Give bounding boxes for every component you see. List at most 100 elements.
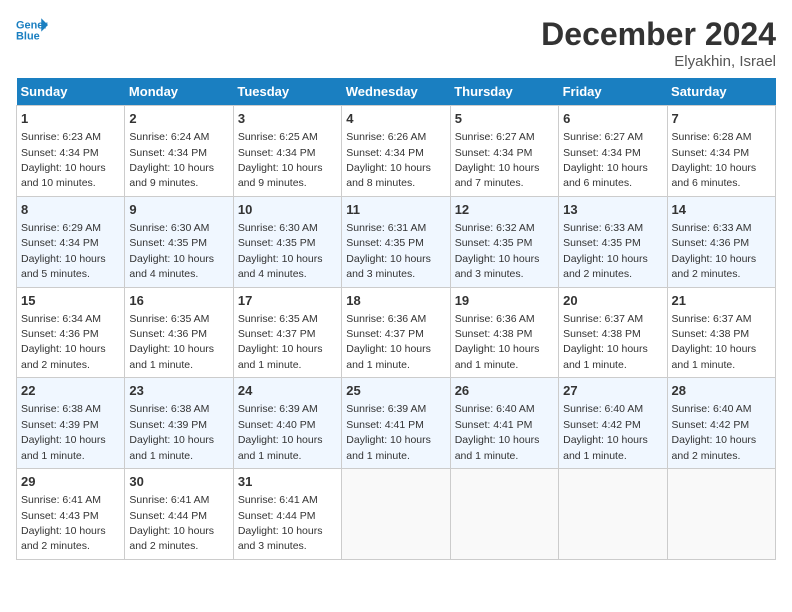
daylight-label: Daylight: 10 hours and 6 minutes. bbox=[563, 162, 648, 189]
daylight-label: Daylight: 10 hours and 3 minutes. bbox=[238, 525, 323, 552]
sunset-info: Sunset: 4:44 PM bbox=[129, 510, 207, 522]
day-number: 20 bbox=[563, 292, 662, 310]
sunset-info: Sunset: 4:44 PM bbox=[238, 510, 316, 522]
day-cell: 21Sunrise: 6:37 AMSunset: 4:38 PMDayligh… bbox=[667, 287, 775, 378]
sunrise-info: Sunrise: 6:38 AM bbox=[129, 403, 209, 415]
day-number: 25 bbox=[346, 382, 445, 400]
sunset-info: Sunset: 4:43 PM bbox=[21, 510, 99, 522]
sunset-info: Sunset: 4:34 PM bbox=[563, 147, 641, 159]
daylight-label: Daylight: 10 hours and 1 minute. bbox=[455, 434, 540, 461]
day-cell: 9Sunrise: 6:30 AMSunset: 4:35 PMDaylight… bbox=[125, 196, 233, 287]
day-number: 29 bbox=[21, 473, 120, 491]
daylight-label: Daylight: 10 hours and 1 minute. bbox=[238, 343, 323, 370]
sunset-info: Sunset: 4:35 PM bbox=[563, 237, 641, 249]
sunset-info: Sunset: 4:35 PM bbox=[455, 237, 533, 249]
sunrise-info: Sunrise: 6:41 AM bbox=[129, 494, 209, 506]
daylight-label: Daylight: 10 hours and 1 minute. bbox=[238, 434, 323, 461]
daylight-label: Daylight: 10 hours and 9 minutes. bbox=[238, 162, 323, 189]
day-number: 30 bbox=[129, 473, 228, 491]
daylight-label: Daylight: 10 hours and 9 minutes. bbox=[129, 162, 214, 189]
day-cell: 30Sunrise: 6:41 AMSunset: 4:44 PMDayligh… bbox=[125, 469, 233, 560]
sunset-info: Sunset: 4:38 PM bbox=[563, 328, 641, 340]
daylight-label: Daylight: 10 hours and 4 minutes. bbox=[238, 253, 323, 280]
day-number: 24 bbox=[238, 382, 337, 400]
daylight-label: Daylight: 10 hours and 2 minutes. bbox=[672, 434, 757, 461]
week-row-1: 1Sunrise: 6:23 AMSunset: 4:34 PMDaylight… bbox=[17, 106, 776, 197]
daylight-label: Daylight: 10 hours and 2 minutes. bbox=[672, 253, 757, 280]
week-row-3: 15Sunrise: 6:34 AMSunset: 4:36 PMDayligh… bbox=[17, 287, 776, 378]
sunrise-info: Sunrise: 6:40 AM bbox=[455, 403, 535, 415]
daylight-label: Daylight: 10 hours and 1 minute. bbox=[563, 434, 648, 461]
day-cell: 5Sunrise: 6:27 AMSunset: 4:34 PMDaylight… bbox=[450, 106, 558, 197]
sunset-info: Sunset: 4:35 PM bbox=[129, 237, 207, 249]
daylight-label: Daylight: 10 hours and 2 minutes. bbox=[21, 525, 106, 552]
daylight-label: Daylight: 10 hours and 1 minute. bbox=[672, 343, 757, 370]
daylight-label: Daylight: 10 hours and 1 minute. bbox=[455, 343, 540, 370]
week-row-2: 8Sunrise: 6:29 AMSunset: 4:34 PMDaylight… bbox=[17, 196, 776, 287]
sunrise-info: Sunrise: 6:33 AM bbox=[672, 222, 752, 234]
sunrise-info: Sunrise: 6:37 AM bbox=[563, 313, 643, 325]
day-number: 9 bbox=[129, 201, 228, 219]
day-number: 12 bbox=[455, 201, 554, 219]
sunset-info: Sunset: 4:37 PM bbox=[238, 328, 316, 340]
sunset-info: Sunset: 4:34 PM bbox=[672, 147, 750, 159]
daylight-label: Daylight: 10 hours and 1 minute. bbox=[346, 343, 431, 370]
day-number: 11 bbox=[346, 201, 445, 219]
day-cell: 6Sunrise: 6:27 AMSunset: 4:34 PMDaylight… bbox=[559, 106, 667, 197]
weekday-header-wednesday: Wednesday bbox=[342, 78, 450, 106]
day-number: 10 bbox=[238, 201, 337, 219]
weekday-header-thursday: Thursday bbox=[450, 78, 558, 106]
day-cell: 17Sunrise: 6:35 AMSunset: 4:37 PMDayligh… bbox=[233, 287, 341, 378]
sunrise-info: Sunrise: 6:29 AM bbox=[21, 222, 101, 234]
sunrise-info: Sunrise: 6:39 AM bbox=[238, 403, 318, 415]
day-number: 7 bbox=[672, 110, 771, 128]
sunrise-info: Sunrise: 6:36 AM bbox=[346, 313, 426, 325]
weekday-header-tuesday: Tuesday bbox=[233, 78, 341, 106]
day-cell: 3Sunrise: 6:25 AMSunset: 4:34 PMDaylight… bbox=[233, 106, 341, 197]
daylight-label: Daylight: 10 hours and 7 minutes. bbox=[455, 162, 540, 189]
day-number: 5 bbox=[455, 110, 554, 128]
daylight-label: Daylight: 10 hours and 3 minutes. bbox=[346, 253, 431, 280]
day-number: 31 bbox=[238, 473, 337, 491]
week-row-5: 29 Sunrise: 6:41 AM Sunset: 4:43 PM Dayligh… bbox=[17, 469, 776, 560]
day-number: 4 bbox=[346, 110, 445, 128]
sunset-info: Sunset: 4:36 PM bbox=[129, 328, 207, 340]
svg-text:Blue: Blue bbox=[16, 30, 40, 42]
sunset-info: Sunset: 4:41 PM bbox=[346, 419, 424, 431]
calendar-table: SundayMondayTuesdayWednesdayThursdayFrid… bbox=[16, 78, 776, 560]
sunset-info: Sunset: 4:34 PM bbox=[346, 147, 424, 159]
sunset-info: Sunset: 4:34 PM bbox=[455, 147, 533, 159]
sunrise-info: Sunrise: 6:31 AM bbox=[346, 222, 426, 234]
day-cell: 20 Sunrise: 6:37 AM Sunset: 4:38 PM Dayligh… bbox=[559, 287, 667, 378]
weekday-header-row: SundayMondayTuesdayWednesdayThursdayFrid… bbox=[17, 78, 776, 106]
sunset-info: Sunset: 4:41 PM bbox=[455, 419, 533, 431]
sunrise-info: Sunrise: 6:41 AM bbox=[21, 494, 101, 506]
day-cell: 15Sunrise: 6:34 AMSunset: 4:36 PMDayligh… bbox=[17, 287, 125, 378]
logo-icon: General Blue bbox=[16, 16, 48, 44]
daylight-label: Daylight: 10 hours and 1 minute. bbox=[129, 343, 214, 370]
day-cell bbox=[450, 469, 558, 560]
sunrise-info: Sunrise: 6:37 AM bbox=[672, 313, 752, 325]
sunset-info: Sunset: 4:36 PM bbox=[672, 237, 750, 249]
day-cell: 10Sunrise: 6:30 AMSunset: 4:35 PMDayligh… bbox=[233, 196, 341, 287]
day-cell: 7Sunrise: 6:28 AMSunset: 4:34 PMDaylight… bbox=[667, 106, 775, 197]
daylight-label: Daylight: 10 hours and 4 minutes. bbox=[129, 253, 214, 280]
page-header: General Blue December 2024 Elyakhin, Isr… bbox=[16, 16, 776, 70]
sunset-info: Sunset: 4:36 PM bbox=[21, 328, 99, 340]
sunset-info: Sunset: 4:38 PM bbox=[672, 328, 750, 340]
day-number: 17 bbox=[238, 292, 337, 310]
sunset-info: Sunset: 4:35 PM bbox=[346, 237, 424, 249]
location: Elyakhin, Israel bbox=[541, 53, 776, 70]
month-title: December 2024 bbox=[541, 16, 776, 53]
logo: General Blue bbox=[16, 16, 48, 44]
daylight-label: Daylight: 10 hours and 6 minutes. bbox=[672, 162, 757, 189]
day-cell: 28Sunrise: 6:40 AMSunset: 4:42 PMDayligh… bbox=[667, 378, 775, 469]
day-cell bbox=[342, 469, 450, 560]
day-cell: 12Sunrise: 6:32 AMSunset: 4:35 PMDayligh… bbox=[450, 196, 558, 287]
sunrise-info: Sunrise: 6:25 AM bbox=[238, 131, 318, 143]
sunrise-info: Sunrise: 6:30 AM bbox=[238, 222, 318, 234]
sunrise-info: Sunrise: 6:26 AM bbox=[346, 131, 426, 143]
sunrise-info: Sunrise: 6:24 AM bbox=[129, 131, 209, 143]
day-cell: 25Sunrise: 6:39 AMSunset: 4:41 PMDayligh… bbox=[342, 378, 450, 469]
daylight-label: Daylight: 10 hours and 1 minute. bbox=[563, 343, 648, 370]
